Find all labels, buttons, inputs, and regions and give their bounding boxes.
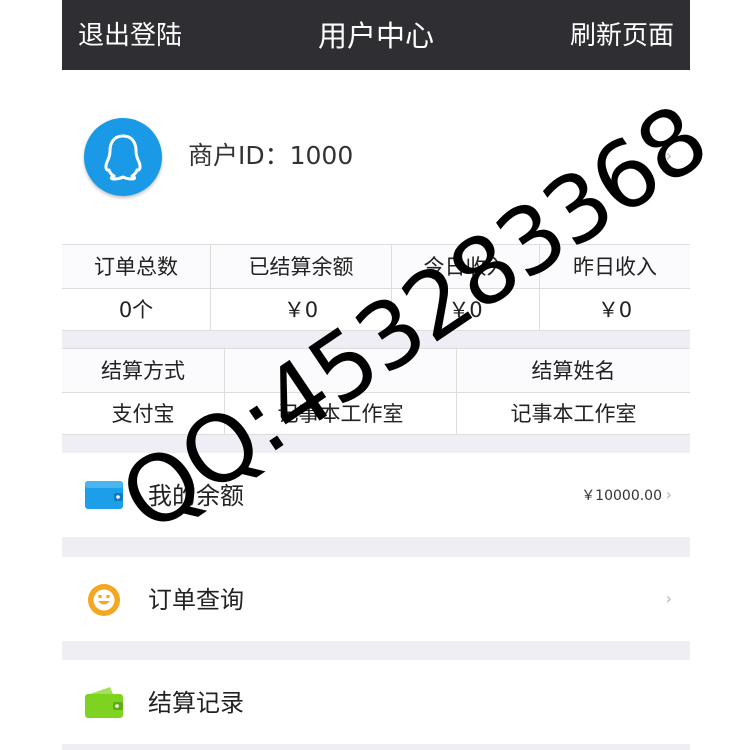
settlement-header-cell: 结算方式 [101,359,185,383]
stats-value-row: 0个 ￥0 ￥0 ￥0 [62,288,690,331]
user-center-page: 退出登陆 用户中心 刷新页面 商户ID：1000 › 订单总数 已结算余额 今日… [62,0,690,750]
profile-card[interactable]: 商户ID：1000 › [62,70,690,244]
my-balance-label: 我的余额 [148,482,244,510]
stats-header-cell: 今日收入 [391,245,539,288]
settlement-header-cell: 结算姓名 [456,349,690,392]
order-query-item[interactable]: 订单查询 › [62,557,690,641]
settlement-header-row: 结算方式 结算姓名 [62,349,690,393]
my-balance-item[interactable]: 我的余额 ￥10000.00 › [62,453,690,537]
settlement-value-cell: 记事本工作室 [224,392,456,435]
order-query-label: 订单查询 [148,586,244,614]
refresh-button[interactable]: 刷新页面 [570,0,674,70]
settlement-records-item[interactable]: 结算记录 [62,660,690,744]
stats-table: 订单总数 已结算余额 今日收入 昨日收入 0个 ￥0 ￥0 ￥0 [62,244,690,331]
chevron-right-icon: › [665,485,672,504]
stats-header-cell: 订单总数 [94,255,178,279]
chevron-right-icon: › [665,146,672,165]
settlement-table: 结算方式 结算姓名 支付宝 记事本工作室 记事本工作室 [62,348,690,435]
green-wallet-icon [85,687,123,718]
settlement-value-cell: 支付宝 [111,402,175,426]
qq-penguin-icon [84,118,162,196]
stats-value-cell: ￥0 [391,288,539,331]
balance-amount: ￥10000.00 [581,488,662,504]
stats-value-cell: 0个 [118,298,154,322]
settlement-records-label: 结算记录 [148,689,244,717]
settlement-header-cell [224,349,456,392]
stats-value-cell: ￥0 [539,288,690,331]
chevron-right-icon: › [665,589,672,608]
stats-header-cell: 昨日收入 [539,245,690,288]
settlement-value-row: 支付宝 记事本工作室 记事本工作室 [62,392,690,435]
merchant-id-label: 商户ID：1000 [188,141,354,170]
top-nav-bar: 退出登陆 用户中心 刷新页面 [62,0,690,70]
wallet-icon [85,481,123,509]
settlement-value-cell: 记事本工作室 [456,392,690,435]
smiley-icon [88,584,120,616]
stats-header-row: 订单总数 已结算余额 今日收入 昨日收入 [62,245,690,289]
stats-header-cell: 已结算余额 [210,245,391,288]
stats-value-cell: ￥0 [210,288,391,331]
